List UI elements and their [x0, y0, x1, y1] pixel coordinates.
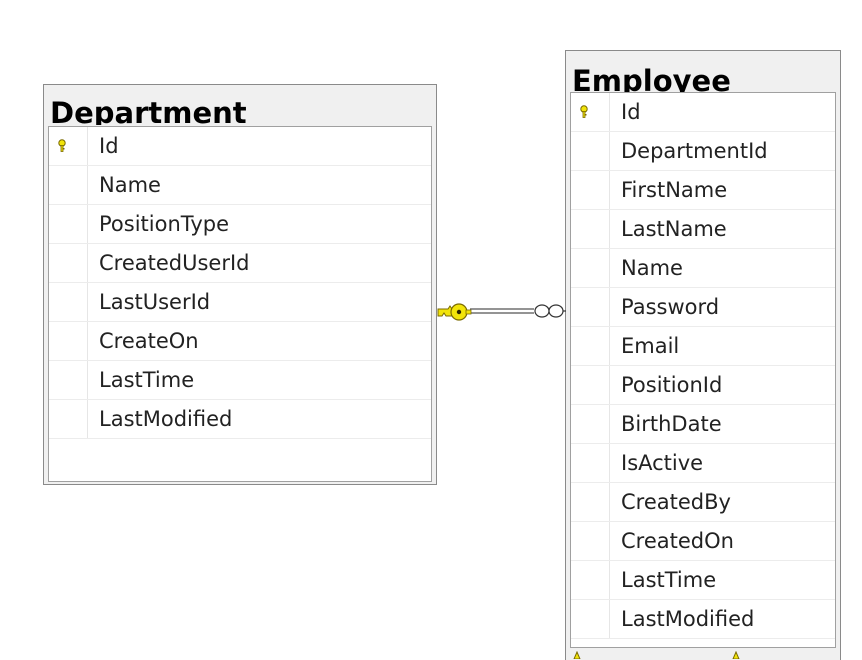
- one-end-key-icon: [437, 303, 472, 321]
- relationship-line[interactable]: [470, 308, 534, 314]
- department-column-name: CreatedUserId: [99, 251, 250, 275]
- many-end-infinity-icon: [534, 304, 566, 318]
- department-column-row[interactable]: CreateOn: [49, 322, 431, 361]
- primary-key-icon: [580, 105, 588, 118]
- relationship-key-icon: [732, 651, 740, 659]
- department-column-row[interactable]: PositionType: [49, 205, 431, 244]
- employee-column-name: IsActive: [621, 451, 704, 475]
- department-column-row[interactable]: LastModified: [49, 400, 431, 439]
- employee-column-name: FirstName: [621, 178, 728, 202]
- employee-column-row[interactable]: LastName: [571, 210, 835, 249]
- employee-column-grid: Id DepartmentId FirstName LastName Name …: [570, 92, 836, 648]
- department-table[interactable]: Department Id Name PositionType CreatedU…: [43, 84, 437, 485]
- employee-column-row[interactable]: FirstName: [571, 171, 835, 210]
- employee-column-row[interactable]: LastTime: [571, 561, 835, 600]
- department-column-row[interactable]: Id: [49, 127, 431, 166]
- department-column-row[interactable]: CreatedUserId: [49, 244, 431, 283]
- employee-column-name: Name: [621, 256, 683, 280]
- employee-column-row[interactable]: BirthDate: [571, 405, 835, 444]
- employee-column-name: DepartmentId: [621, 139, 768, 163]
- employee-column-name: CreatedOn: [621, 529, 734, 553]
- employee-column-row[interactable]: Email: [571, 327, 835, 366]
- department-column-name: PositionType: [99, 212, 229, 236]
- department-column-grid: Id Name PositionType CreatedUserId LastU…: [48, 126, 432, 482]
- employee-column-name: PositionId: [621, 373, 723, 397]
- employee-column-row[interactable]: Password: [571, 288, 835, 327]
- employee-column-name: CreatedBy: [621, 490, 731, 514]
- department-column-name: LastUserId: [99, 290, 211, 314]
- employee-column-row[interactable]: Id: [571, 93, 835, 132]
- employee-column-name: LastTime: [621, 568, 717, 592]
- employee-column-name: Email: [621, 334, 680, 358]
- employee-column-row[interactable]: CreatedOn: [571, 522, 835, 561]
- employee-column-row[interactable]: DepartmentId: [571, 132, 835, 171]
- department-column-name: CreateOn: [99, 329, 199, 353]
- employee-column-row[interactable]: Name: [571, 249, 835, 288]
- department-column-row[interactable]: Name: [49, 166, 431, 205]
- department-column-name: Id: [99, 134, 119, 158]
- employee-column-name: Password: [621, 295, 720, 319]
- department-column-name: LastModified: [99, 407, 233, 431]
- employee-column-row[interactable]: LastModified: [571, 600, 835, 639]
- department-column-row[interactable]: LastTime: [49, 361, 431, 400]
- employee-table-title: Employee: [572, 67, 731, 92]
- relationship-key-icon: [573, 651, 581, 659]
- department-column-name: Name: [99, 173, 161, 197]
- employee-column-name: BirthDate: [621, 412, 722, 436]
- employee-table[interactable]: Employee Id DepartmentId FirstName LastN…: [565, 50, 841, 660]
- employee-column-name: LastName: [621, 217, 727, 241]
- employee-column-name: Id: [621, 100, 641, 124]
- department-column-name: LastTime: [99, 368, 195, 392]
- employee-column-row[interactable]: CreatedBy: [571, 483, 835, 522]
- department-table-title: Department: [50, 99, 247, 125]
- employee-column-name: LastModified: [621, 607, 755, 631]
- employee-column-row[interactable]: PositionId: [571, 366, 835, 405]
- employee-column-row[interactable]: IsActive: [571, 444, 835, 483]
- primary-key-icon: [58, 139, 66, 152]
- department-column-row[interactable]: LastUserId: [49, 283, 431, 322]
